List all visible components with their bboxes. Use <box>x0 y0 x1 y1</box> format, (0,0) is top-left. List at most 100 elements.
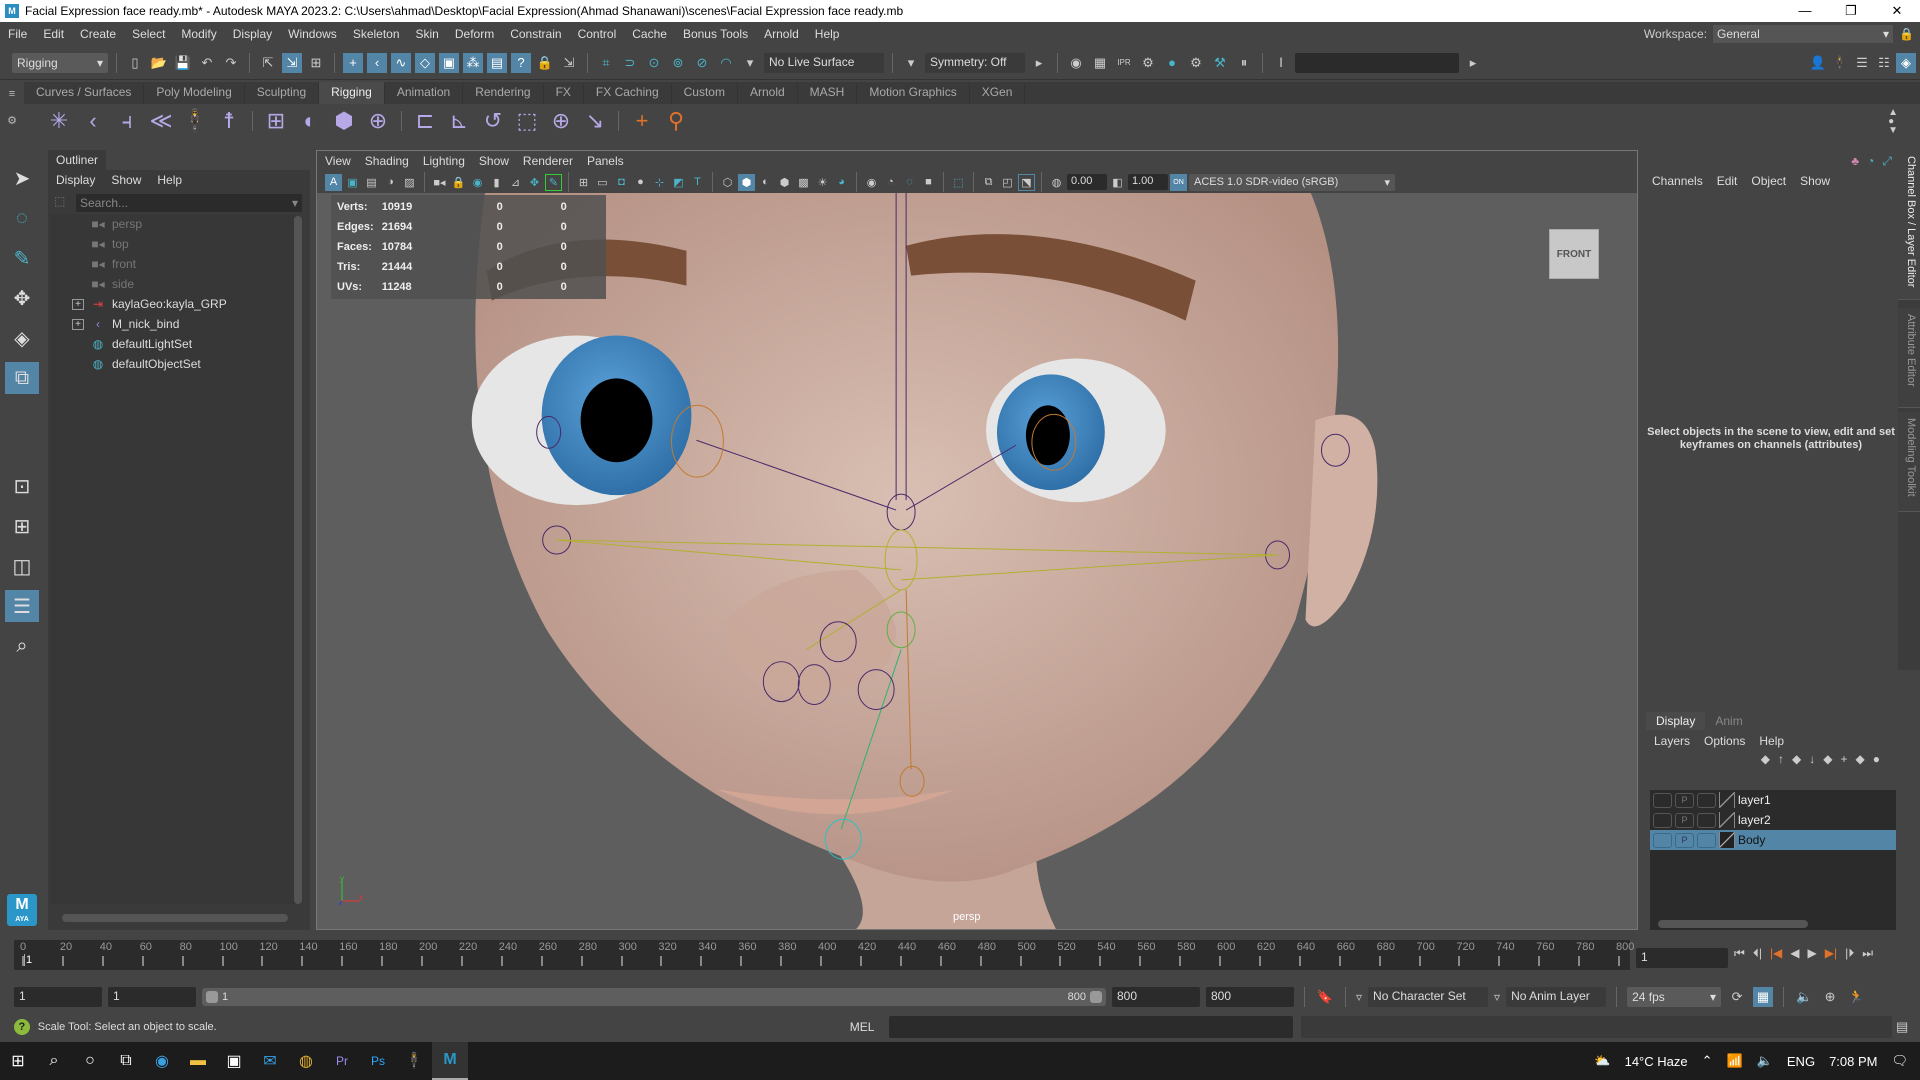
wireframe-icon[interactable]: ⬡ <box>719 174 736 191</box>
layer-color-swatch[interactable] <box>1719 832 1735 848</box>
outliner-menu-display[interactable]: Display <box>56 173 95 187</box>
layer-menu-help[interactable]: Help <box>1759 734 1784 748</box>
shelf-tabs-menu-icon[interactable]: ≡ <box>0 88 24 100</box>
show-attribute-editor-icon[interactable]: ☷ <box>1874 53 1894 73</box>
highlight-selection-icon[interactable]: ⇲ <box>559 53 579 73</box>
isolate-select-icon[interactable]: ⬚ <box>950 174 967 191</box>
bookmark-icon[interactable]: ▮ <box>488 174 505 191</box>
shelf-tab-mash[interactable]: MASH <box>798 82 858 104</box>
shelf-tab-custom[interactable]: Custom <box>672 82 738 104</box>
chevron-down-icon[interactable]: ▾ <box>292 196 298 210</box>
safe-title-icon[interactable]: T <box>689 174 706 191</box>
shelf-tab-curves-surfaces[interactable]: Curves / Surfaces <box>24 82 145 104</box>
range-slider[interactable]: 1 800 <box>202 988 1106 1006</box>
view-cube[interactable]: FRONT <box>1549 229 1599 279</box>
shelf-scroll-icon[interactable]: ▲ ● ▼ <box>1888 107 1898 135</box>
new-layer-icon[interactable]: ◆+ <box>1823 752 1855 766</box>
ambient-occlusion-icon[interactable]: ◕ <box>833 174 850 191</box>
animation-start-field[interactable]: 1 <box>14 987 102 1007</box>
shadows-icon[interactable]: ☀ <box>814 174 831 191</box>
playback-toggle[interactable]: P <box>1675 832 1694 848</box>
visibility-toggle[interactable] <box>1653 832 1672 848</box>
undo-icon[interactable]: ↶ <box>197 53 217 73</box>
xray-active-components-icon[interactable]: ⬔ <box>1018 173 1035 191</box>
shelf-tab-arnold[interactable]: Arnold <box>738 82 798 104</box>
outliner-item-m-nick-bind[interactable]: + ‹ M_nick_bind <box>50 314 296 334</box>
layer-color-swatch[interactable] <box>1719 792 1735 808</box>
outliner-menu-help[interactable]: Help <box>157 173 182 187</box>
outliner-tab[interactable]: Outliner <box>48 150 107 170</box>
mail-icon[interactable]: ✉ <box>252 1042 288 1080</box>
snap-curve-icon[interactable]: ⊃ <box>620 53 640 73</box>
menu-bonus-tools[interactable]: Bonus Tools <box>675 27 756 41</box>
weather-icon[interactable]: ⛅ <box>1594 1053 1610 1069</box>
command-language-toggle[interactable]: MEL <box>850 1020 889 1034</box>
shelf-tab-poly-modeling[interactable]: Poly Modeling <box>144 82 245 104</box>
layer-menu-layers[interactable]: Layers <box>1654 734 1690 748</box>
camera-attributes-icon[interactable]: ▣ <box>344 174 361 191</box>
render-sequence-icon[interactable]: ⚙ <box>1186 53 1206 73</box>
menu-help[interactable]: Help <box>807 27 848 41</box>
menu-skin[interactable]: Skin <box>408 27 447 41</box>
time-slider[interactable]: 0 20 40 60 80 100 120 140 160 180 200 220 240 260 280 3… <box>14 940 1634 970</box>
arnold-render-icon[interactable]: ⚒ <box>1210 53 1230 73</box>
screen-space-reflections-icon[interactable]: ■ <box>920 174 937 191</box>
step-back-key-button[interactable]: |◀ <box>1770 946 1782 961</box>
new-layer-from-selected-icon[interactable]: ◆● <box>1856 752 1888 766</box>
maya-taskbar-icon[interactable]: M <box>432 1042 468 1080</box>
move-tool-icon[interactable]: ✥ <box>5 282 39 314</box>
snap-grid-icon[interactable]: ⌗ <box>596 53 616 73</box>
outliner-vertical-scrollbar[interactable] <box>294 216 302 904</box>
layer-tab-anim[interactable]: Anim <box>1705 712 1752 730</box>
viewport-panel[interactable]: View Shading Lighting Show Renderer Pane… <box>316 150 1638 930</box>
notifications-icon[interactable]: 🗨 <box>1891 1053 1908 1069</box>
outliner-item-default-object-set[interactable]: ◍ defaultObjectSet <box>50 354 296 374</box>
paint-weights-icon[interactable]: ◐ <box>295 106 325 136</box>
viewport-menu-show[interactable]: Show <box>479 154 509 168</box>
sign-in-icon[interactable]: 👤 <box>1808 53 1828 73</box>
channelbox-menu-show[interactable]: Show <box>1800 174 1830 188</box>
chevron-down-icon[interactable]: ▾ <box>740 53 760 73</box>
cortana-icon[interactable]: ○ <box>72 1042 108 1080</box>
render-view-icon[interactable]: ⚙ <box>1138 53 1158 73</box>
bookmark-add-icon[interactable]: 🔖 <box>1315 987 1335 1007</box>
outliner-item-side[interactable]: ■◂ side <box>50 274 296 294</box>
color-management-toggle[interactable]: ON <box>1170 173 1187 191</box>
file-explorer-icon[interactable]: ▬ <box>180 1042 216 1080</box>
menu-select[interactable]: Select <box>124 27 173 41</box>
textured-icon[interactable]: ⬢ <box>776 174 793 191</box>
chevron-down-icon[interactable]: ▾ <box>901 53 921 73</box>
exposure-icon[interactable]: ◍ <box>1048 174 1065 191</box>
mask-dynamics-icon[interactable]: ⁂ <box>463 52 483 73</box>
display-type-toggle[interactable] <box>1697 832 1716 848</box>
lattice-icon[interactable]: ⬢ <box>329 106 359 136</box>
menu-control[interactable]: Control <box>570 27 625 41</box>
expand-icon[interactable]: + <box>72 318 84 330</box>
auto-key-icon[interactable]: ⊕ <box>1820 987 1840 1007</box>
bind-skin-icon[interactable]: ⊞ <box>261 106 291 136</box>
move-layer-up-icon[interactable]: ◆↑ <box>1761 752 1792 766</box>
speed-icon[interactable]: ◔ <box>1867 154 1874 169</box>
input-line-icon[interactable]: Ⅰ <box>1271 53 1291 73</box>
wireframe-on-shaded-icon[interactable]: ◐ <box>757 174 774 191</box>
menuset-dropdown[interactable]: Rigging ▾ <box>12 52 108 73</box>
current-time-marker[interactable]: 1 <box>24 954 32 966</box>
menu-create[interactable]: Create <box>72 27 124 41</box>
two-pane-layout-icon[interactable]: ◫ <box>5 550 39 582</box>
animation-end-field[interactable]: 800 <box>1206 987 1294 1007</box>
move-layer-down-icon[interactable]: ◆↓ <box>1792 752 1823 766</box>
expand-arrow-icon[interactable]: ▸ <box>1463 53 1483 73</box>
channelbox-menu-channels[interactable]: Channels <box>1652 174 1703 188</box>
expand-arrow-icon[interactable]: ▸ <box>1029 53 1049 73</box>
current-frame-field[interactable]: 1 <box>1636 948 1728 968</box>
viewport-menu-renderer[interactable]: Renderer <box>523 154 573 168</box>
expand-icon[interactable]: + <box>72 298 84 310</box>
viewport-menu-shading[interactable]: Shading <box>365 154 409 168</box>
loop-icon[interactable]: ⟳ <box>1727 987 1747 1007</box>
step-forward-frame-button[interactable]: |⏵ <box>1845 946 1854 961</box>
show-tool-settings-icon[interactable]: ☰ <box>1852 53 1872 73</box>
gamma-field[interactable]: 1.00 <box>1128 174 1168 190</box>
hypershade-icon[interactable]: ● <box>1162 53 1182 73</box>
render-settings-icon[interactable]: ◉ <box>1066 53 1086 73</box>
minimize-button[interactable]: — <box>1782 3 1828 19</box>
